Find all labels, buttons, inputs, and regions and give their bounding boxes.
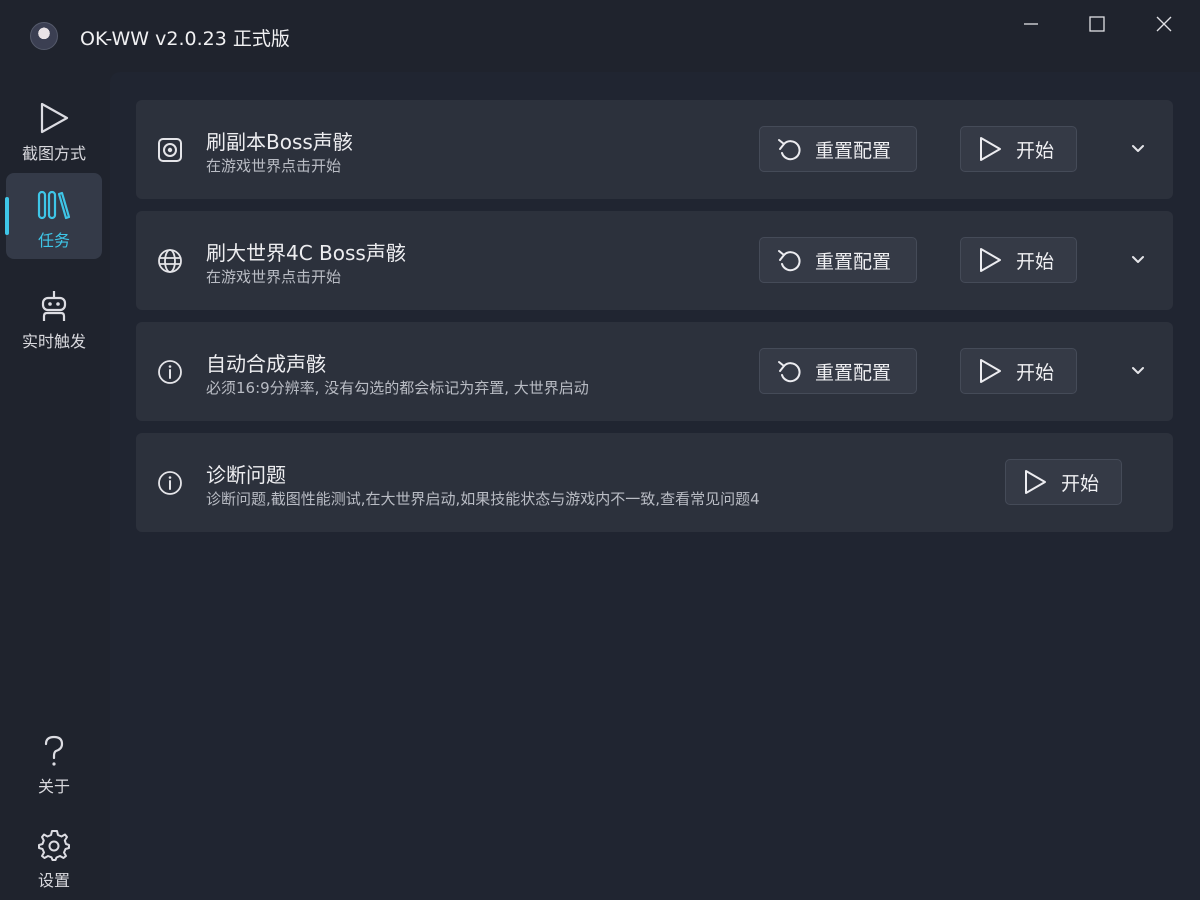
sidebar-item-screenshot-method[interactable]: 截图方式 <box>6 86 102 172</box>
undo-icon <box>777 248 801 272</box>
globe-icon <box>156 247 184 275</box>
task-card: 刷大世界4C Boss声骸 在游戏世界点击开始 重置配置 开始 <box>136 211 1173 310</box>
sidebar: 截图方式 任务 实时触发 关于 设置 <box>0 72 108 900</box>
sidebar-item-label: 实时触发 <box>21 332 86 351</box>
minimize-icon <box>1024 23 1038 25</box>
start-label: 开始 <box>1061 472 1100 495</box>
window-title: OK-WW v2.0.23 正式版 <box>80 28 290 50</box>
play-icon <box>978 359 1002 383</box>
play-icon <box>978 137 1002 161</box>
library-icon <box>37 185 71 225</box>
gear-icon <box>38 825 70 865</box>
minimize-button[interactable] <box>998 0 1064 48</box>
undo-icon <box>777 137 801 161</box>
task-description: 诊断问题,截图性能测试,在大世界启动,如果技能状态与游戏内不一致,查看常见问题4 <box>206 490 760 508</box>
sidebar-item-tasks[interactable]: 任务 <box>5 173 102 259</box>
info-icon <box>156 358 184 386</box>
task-list-panel: 刷副本Boss声骸 在游戏世界点击开始 重置配置 开始 刷大世界4C Boss声… <box>110 72 1200 900</box>
task-title: 刷大世界4C Boss声骸 <box>206 241 406 265</box>
play-icon <box>38 98 70 138</box>
sidebar-item-about[interactable]: 关于 <box>6 719 102 805</box>
start-button[interactable]: 开始 <box>1005 459 1122 505</box>
start-label: 开始 <box>1016 250 1055 273</box>
info-icon <box>156 469 184 497</box>
robot-icon <box>39 286 69 326</box>
task-description: 在游戏世界点击开始 <box>206 268 342 286</box>
chevron-down-icon[interactable] <box>1128 361 1148 381</box>
start-button[interactable]: 开始 <box>960 237 1077 283</box>
play-icon <box>1023 470 1047 494</box>
question-icon <box>42 731 66 771</box>
task-description: 在游戏世界点击开始 <box>206 157 342 175</box>
maximize-icon <box>1089 16 1105 32</box>
task-title: 自动合成声骸 <box>206 352 326 376</box>
start-button[interactable]: 开始 <box>960 348 1077 394</box>
chevron-down-icon[interactable] <box>1128 139 1148 159</box>
close-icon <box>1156 16 1172 32</box>
close-button[interactable] <box>1131 0 1197 48</box>
sidebar-item-label: 设置 <box>37 871 70 890</box>
start-label: 开始 <box>1016 361 1055 384</box>
reset-config-label: 重置配置 <box>815 139 892 162</box>
maximize-button[interactable] <box>1064 0 1130 48</box>
task-card: 自动合成声骸 必须16:9分辨率, 没有勾选的都会标记为弃置, 大世界启动 重置… <box>136 322 1173 421</box>
reset-config-label: 重置配置 <box>815 361 892 384</box>
start-label: 开始 <box>1016 139 1055 162</box>
target-icon <box>156 136 184 164</box>
play-icon <box>978 248 1002 272</box>
sidebar-item-label: 关于 <box>37 777 70 796</box>
reset-config-label: 重置配置 <box>815 250 892 273</box>
title-bar[interactable]: OK-WW v2.0.23 正式版 <box>0 0 1200 72</box>
reset-config-button[interactable]: 重置配置 <box>759 348 917 394</box>
undo-icon <box>777 359 801 383</box>
task-title: 刷副本Boss声骸 <box>206 130 353 154</box>
app-window: OK-WW v2.0.23 正式版 截图方式 任务 实时触发 关于 设置 刷副本… <box>0 0 1200 900</box>
task-card: 诊断问题 诊断问题,截图性能测试,在大世界启动,如果技能状态与游戏内不一致,查看… <box>136 433 1173 532</box>
reset-config-button[interactable]: 重置配置 <box>759 237 917 283</box>
sidebar-item-realtime-trigger[interactable]: 实时触发 <box>6 274 102 360</box>
reset-config-button[interactable]: 重置配置 <box>759 126 917 172</box>
active-indicator <box>5 197 9 235</box>
sidebar-item-label: 任务 <box>37 231 70 250</box>
task-description: 必须16:9分辨率, 没有勾选的都会标记为弃置, 大世界启动 <box>206 379 589 397</box>
task-card: 刷副本Boss声骸 在游戏世界点击开始 重置配置 开始 <box>136 100 1173 199</box>
chevron-down-icon[interactable] <box>1128 250 1148 270</box>
task-title: 诊断问题 <box>206 463 286 487</box>
start-button[interactable]: 开始 <box>960 126 1077 172</box>
sidebar-item-label: 截图方式 <box>21 144 86 163</box>
sidebar-item-settings[interactable]: 设置 <box>6 813 102 899</box>
avatar-icon <box>30 22 58 50</box>
